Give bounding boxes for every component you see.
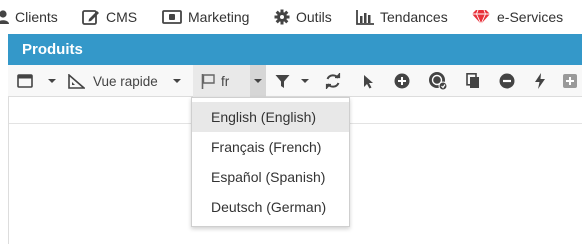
quick-view-button[interactable]: Vue rapide (68, 65, 188, 97)
user-icon (0, 10, 9, 24)
filter-icon (275, 74, 290, 89)
language-option-german[interactable]: Deutsch (German) (192, 192, 349, 222)
language-option-label: Français (French) (211, 139, 322, 155)
flag-icon (201, 73, 215, 89)
panel-title: Produits (22, 41, 83, 58)
quick-view-label: Vue rapide (93, 73, 158, 89)
ruler-icon (68, 73, 85, 89)
filter-button[interactable] (271, 65, 293, 97)
bar-chart-icon (356, 9, 374, 25)
copy-button[interactable] (462, 65, 484, 97)
toolbar: Vue rapide fr (8, 65, 582, 97)
filter-dropdown-button[interactable] (298, 65, 312, 97)
gear-icon (274, 9, 290, 25)
cursor-icon (363, 74, 374, 89)
chevron-down-icon (301, 79, 309, 83)
nav-eservices[interactable]: e-Services (471, 0, 563, 34)
add-button[interactable] (391, 65, 413, 97)
top-navigation: Clients CMS Marketing Outils Tendances e… (0, 0, 582, 34)
nav-cms[interactable]: CMS (82, 0, 137, 34)
edit-icon (82, 9, 100, 25)
columns-dropdown-button[interactable] (44, 65, 60, 97)
copy-icon (466, 73, 480, 89)
nav-eservices-label: e-Services (497, 9, 564, 25)
nav-outils[interactable]: Outils (274, 0, 332, 34)
nav-cms-label: CMS (106, 9, 138, 25)
language-option-label: Deutsch (German) (211, 199, 327, 215)
nav-clients[interactable]: Clients (0, 0, 58, 34)
minus-circle-icon (499, 73, 515, 89)
select-button[interactable] (358, 65, 378, 97)
refresh-button[interactable] (322, 65, 344, 97)
add-more-button[interactable] (562, 65, 582, 97)
globe-icon (428, 71, 448, 91)
action-button[interactable] (530, 65, 550, 97)
columns-button[interactable] (12, 65, 38, 97)
chevron-down-icon (48, 79, 56, 83)
language-option-label: English (English) (211, 109, 317, 125)
nav-tendances-label: Tendances (380, 9, 448, 25)
chevron-down-icon (254, 79, 262, 83)
language-select[interactable]: fr (193, 65, 250, 97)
nav-marketing[interactable]: Marketing (162, 0, 249, 34)
nav-outils-label: Outils (296, 9, 332, 25)
language-value: fr (221, 73, 230, 89)
chevron-down-icon (172, 79, 181, 83)
translate-button[interactable] (425, 65, 451, 97)
lightning-icon (534, 73, 546, 89)
remove-button[interactable] (496, 65, 518, 97)
window-icon (17, 74, 33, 88)
language-option-label: Español (Spanish) (211, 169, 326, 185)
language-option-spanish[interactable]: Español (Spanish) (192, 162, 349, 192)
diamond-icon (471, 9, 491, 25)
refresh-icon (325, 73, 341, 89)
nav-clients-label: Clients (15, 9, 58, 25)
language-menu: English (English) Français (French) Espa… (191, 97, 350, 227)
nav-tendances[interactable]: Tendances (356, 0, 448, 34)
language-dropdown-toggle[interactable] (250, 65, 266, 97)
money-icon (162, 10, 182, 24)
plus-circle-icon (394, 73, 410, 89)
plus-square-icon (562, 73, 578, 89)
nav-marketing-label: Marketing (188, 9, 250, 25)
language-option-english[interactable]: English (English) (192, 102, 349, 132)
language-option-french[interactable]: Français (French) (192, 132, 349, 162)
panel-header: Produits (8, 34, 582, 65)
